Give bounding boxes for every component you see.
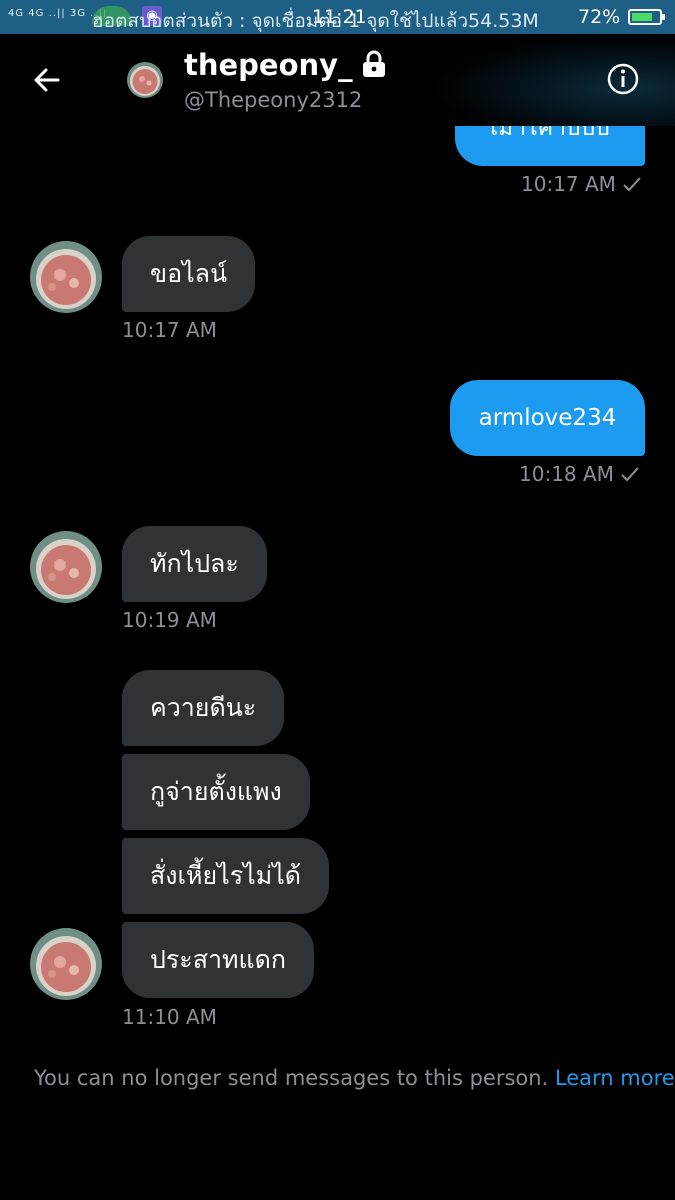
info-icon — [607, 63, 639, 95]
blocked-notice: You can no longer send messages to this … — [34, 1066, 675, 1090]
message-timestamp: 10:18 AM — [519, 462, 640, 486]
battery-percent: 72% — [578, 6, 621, 28]
sender-avatar[interactable] — [30, 531, 102, 603]
message-timestamp: 10:17 AM — [122, 318, 217, 342]
profile-name-row[interactable]: thepeony_ — [184, 48, 389, 82]
back-button[interactable] — [28, 62, 68, 98]
incoming-message[interactable]: กูจ่ายตั้งแพง — [122, 754, 310, 830]
incoming-message[interactable]: ประสาทแดก — [122, 922, 314, 998]
battery-icon — [628, 9, 665, 25]
message-timestamp: 11:10 AM — [122, 1005, 217, 1029]
message-timestamp: 10:17 AM — [521, 172, 642, 196]
sent-check-icon — [623, 177, 641, 192]
timestamp-text: 10:17 AM — [521, 172, 616, 196]
lock-icon — [362, 50, 385, 77]
sent-check-icon — [621, 467, 639, 482]
message-timestamp: 10:19 AM — [122, 608, 217, 632]
timestamp-text: 10:18 AM — [519, 462, 614, 486]
incoming-message[interactable]: ทักไปละ — [122, 526, 267, 602]
sender-avatar[interactable] — [30, 241, 102, 313]
status-clock: 11:21 — [312, 6, 367, 28]
blocked-notice-text: You can no longer send messages to this … — [34, 1066, 549, 1090]
back-arrow-icon — [34, 68, 60, 92]
header-avatar[interactable] — [127, 62, 163, 98]
profile-name: thepeony_ — [184, 48, 353, 82]
learn-more-link[interactable]: Learn more — [555, 1066, 675, 1090]
profile-handle: @Thepeony2312 — [184, 88, 363, 112]
incoming-message[interactable]: ขอไลน์ — [122, 236, 256, 312]
conversation-header: thepeony_ @Thepeony2312 — [0, 34, 675, 126]
info-button[interactable] — [606, 62, 640, 96]
status-bar: 4G 4G ..|| 3G ..|| ◉ ฮอตสปอตส่วนตัว : จุ… — [0, 0, 675, 34]
incoming-message[interactable]: ควายดีนะ — [122, 670, 285, 746]
outgoing-message[interactable]: armlove234 — [450, 380, 645, 456]
incoming-message[interactable]: สั่งเหี้ยไรไม่ได้ — [122, 838, 330, 914]
sender-avatar[interactable] — [30, 928, 102, 1000]
